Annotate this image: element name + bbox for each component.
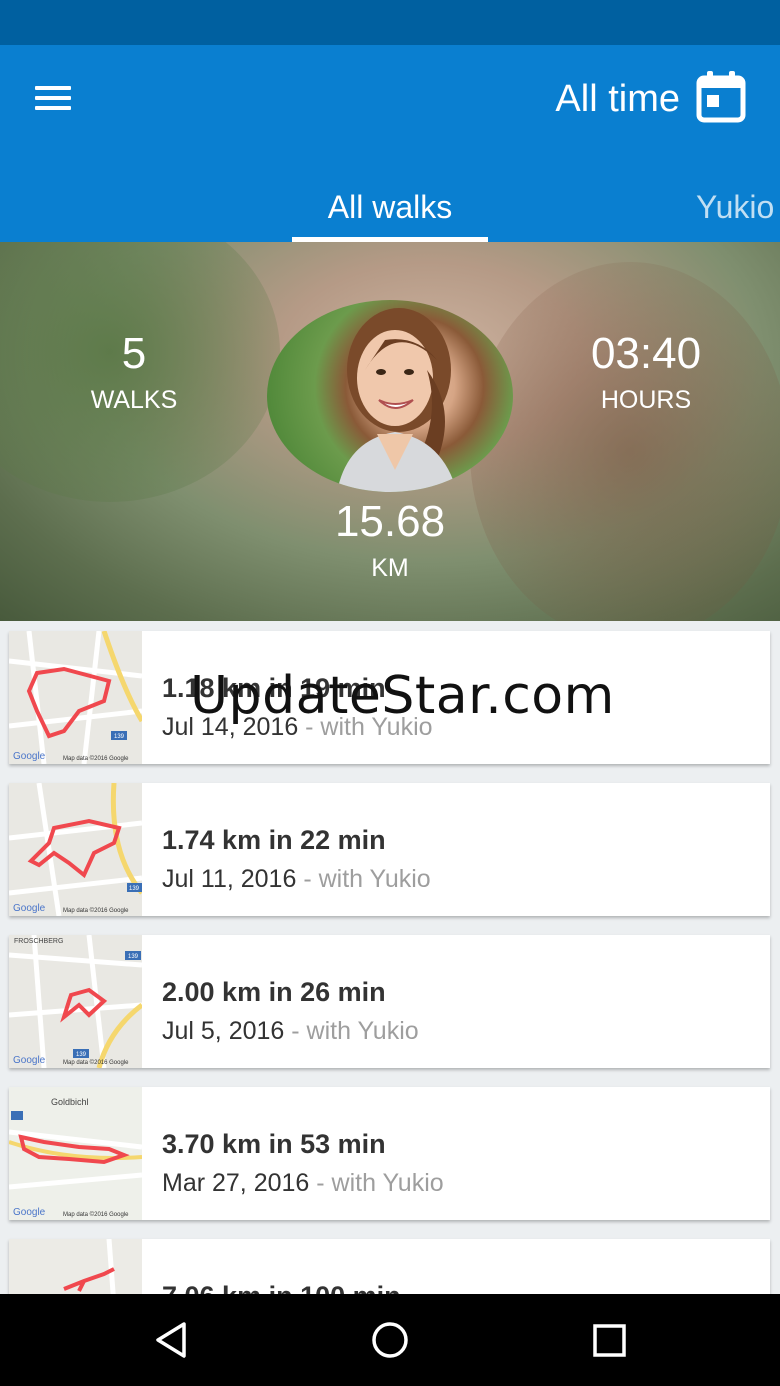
watermark: UpdateStar.com xyxy=(190,666,615,726)
walk-date: Jul 11, 2016 xyxy=(162,865,297,893)
walk-date: Mar 27, 2016 xyxy=(162,1169,310,1197)
tab-bar: All walks Yukio xyxy=(0,175,780,242)
stats-header: 5 WALKS 03:40 HOURS 15.68 KM xyxy=(0,242,780,621)
walk-card[interactable]: 139 139 FROSCHBERG Google Map data ©2016… xyxy=(9,935,770,1068)
walk-subtitle: Jul 11, 2016 - with Yukio xyxy=(162,865,431,894)
map-attribution: Map data ©2016 Google xyxy=(63,1059,129,1066)
route-map-thumbnail xyxy=(9,1239,142,1294)
walk-companion: - with Yukio xyxy=(296,865,431,893)
place-label: FROSCHBERG xyxy=(14,938,63,945)
status-bar xyxy=(0,0,780,45)
place-label: Goldbichl xyxy=(51,1097,89,1107)
walk-companion: - with Yukio xyxy=(284,1017,419,1045)
period-label[interactable]: All time xyxy=(555,75,680,123)
distance-label: KM xyxy=(371,554,409,582)
google-label: Google xyxy=(13,1207,46,1218)
distance-value: 15.68 xyxy=(334,497,446,546)
home-icon[interactable] xyxy=(360,1316,420,1364)
tab-all-walks[interactable]: All walks xyxy=(292,189,488,226)
walk-title: 1.74 km in 22 min xyxy=(162,825,386,855)
system-nav-bar xyxy=(0,1294,780,1386)
walk-title: 3.70 km in 53 min xyxy=(162,1129,386,1159)
walks-label: WALKS xyxy=(90,386,178,414)
route-map-thumbnail: 139 139 FROSCHBERG Google Map data ©2016… xyxy=(9,935,142,1068)
walk-title: 7.06 km in 100 min xyxy=(162,1281,401,1294)
walk-title: 2.00 km in 26 min xyxy=(162,977,386,1007)
road-badge: 139 xyxy=(129,886,140,892)
walk-subtitle: Mar 27, 2016 - with Yukio xyxy=(162,1169,444,1198)
app-bar: All time All walks Yukio xyxy=(0,45,780,242)
route-map-thumbnail: 139 Google Map data ©2016 Google xyxy=(9,783,142,916)
back-icon[interactable] xyxy=(142,1316,202,1364)
walks-count: 5 xyxy=(121,329,147,378)
walk-card[interactable]: 7.06 km in 100 min xyxy=(9,1239,770,1294)
road-badge: 139 xyxy=(114,734,125,740)
route-map-thumbnail: Goldbichl Google Map data ©2016 Google xyxy=(9,1087,142,1220)
distance-stat: 15.68 KM xyxy=(300,496,480,584)
walk-companion: - with Yukio xyxy=(309,1169,444,1197)
walk-subtitle: Jul 5, 2016 - with Yukio xyxy=(162,1017,419,1046)
hours-stat: 03:40 HOURS xyxy=(566,328,726,416)
google-label: Google xyxy=(13,751,46,762)
hours-label: HOURS xyxy=(600,386,692,414)
walk-card[interactable]: Goldbichl Google Map data ©2016 Google 3… xyxy=(9,1087,770,1220)
walks-stat: 5 WALKS xyxy=(64,328,204,416)
walk-card[interactable]: 139 Google Map data ©2016 Google 1.74 km… xyxy=(9,783,770,916)
route-map-thumbnail: 139 Google Map data ©2016 Google xyxy=(9,631,142,764)
google-label: Google xyxy=(13,903,46,914)
walk-date: Jul 5, 2016 xyxy=(162,1017,285,1045)
map-attribution: Map data ©2016 Google xyxy=(63,907,129,914)
hours-value: 03:40 xyxy=(590,329,702,378)
map-attribution: Map data ©2016 Google xyxy=(63,755,129,762)
map-attribution: Map data ©2016 Google xyxy=(63,1211,129,1218)
profile-avatar[interactable] xyxy=(267,300,513,492)
calendar-icon[interactable] xyxy=(696,71,746,123)
road-badge: 139 xyxy=(76,1052,87,1058)
menu-icon[interactable] xyxy=(26,75,82,123)
google-label: Google xyxy=(13,1055,46,1066)
recents-icon[interactable] xyxy=(580,1316,640,1364)
tab-yukio[interactable]: Yukio xyxy=(696,189,774,226)
road-badge: 139 xyxy=(128,954,139,960)
